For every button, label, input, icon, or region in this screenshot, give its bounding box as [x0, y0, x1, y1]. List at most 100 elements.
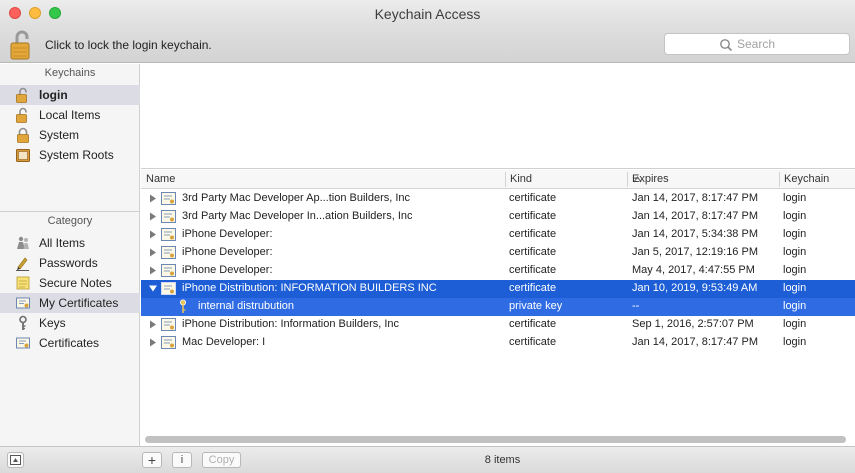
- table-row[interactable]: iPhone Developer: certificate May 4, 201…: [141, 262, 855, 280]
- cell-expires: Jan 14, 2017, 8:17:47 PM: [632, 336, 758, 348]
- search-field[interactable]: [664, 33, 850, 55]
- sidebar-item-local-items[interactable]: Local Items: [0, 105, 140, 125]
- sidebar-item-keys[interactable]: Keys: [0, 313, 140, 333]
- window-title: Keychain Access: [374, 6, 481, 22]
- disclosure-triangle-icon[interactable]: [149, 212, 157, 221]
- sidebar-item-label: All Items: [39, 236, 86, 250]
- cabinet-icon: [16, 149, 30, 162]
- title-bar: Keychain Access: [0, 0, 855, 28]
- table-row-child[interactable]: internal distrubution private key -- log…: [141, 298, 855, 316]
- disclosure-triangle-icon[interactable]: [149, 338, 157, 347]
- certificate-icon: [16, 337, 30, 349]
- cell-name: 3rd Party Mac Developer In...ation Build…: [182, 210, 413, 222]
- certificate-icon: [161, 336, 176, 349]
- search-input[interactable]: [737, 36, 845, 52]
- table-row[interactable]: iPhone Developer: certificate Jan 14, 20…: [141, 226, 855, 244]
- cell-name: 3rd Party Mac Developer Ap...tion Builde…: [182, 192, 411, 204]
- certificate-icon: [161, 210, 176, 223]
- unlocked-lock-icon[interactable]: [9, 29, 35, 61]
- sidebar-divider[interactable]: [0, 211, 140, 212]
- table-row[interactable]: 3rd Party Mac Developer In...ation Build…: [141, 208, 855, 226]
- cell-name: internal distrubution: [198, 300, 295, 312]
- cell-expires: Jan 5, 2017, 12:19:16 PM: [632, 246, 758, 258]
- cell-kind: certificate: [509, 336, 557, 348]
- cell-keychain: login: [783, 246, 807, 258]
- certificate-icon: [161, 264, 176, 277]
- horizontal-scrollbar[interactable]: [145, 436, 846, 443]
- cell-keychain: login: [783, 282, 807, 294]
- disclosure-triangle-icon[interactable]: [149, 230, 157, 239]
- column-header-kind[interactable]: Kind: [505, 170, 627, 189]
- table-row[interactable]: iPhone Developer: certificate Jan 5, 201…: [141, 244, 855, 262]
- cell-expires: Jan 14, 2017, 5:34:38 PM: [632, 228, 758, 240]
- disclosure-triangle-icon[interactable]: [149, 320, 157, 329]
- cell-keychain: login: [783, 318, 807, 330]
- cell-name: iPhone Developer:: [182, 228, 273, 240]
- disclosure-triangle-expanded-icon[interactable]: [149, 284, 157, 293]
- cell-name: iPhone Developer:: [182, 246, 273, 258]
- column-header-expires[interactable]: Expires: [627, 170, 779, 189]
- certificate-icon: [161, 192, 176, 205]
- column-header-name[interactable]: Name: [141, 170, 505, 189]
- cell-kind: private key: [509, 300, 563, 312]
- cell-keychain: login: [783, 228, 807, 240]
- certificate-icon: [161, 228, 176, 241]
- cell-kind: certificate: [509, 282, 557, 294]
- unlocked-lock-icon: [16, 87, 27, 103]
- certificate-icon: [161, 318, 176, 331]
- certificate-list: 3rd Party Mac Developer Ap...tion Builde…: [141, 190, 855, 352]
- certificate-icon: [161, 282, 176, 295]
- column-header-keychain[interactable]: Keychain: [779, 170, 855, 189]
- toolbar: Click to lock the login keychain.: [0, 28, 855, 63]
- lock-message: Click to lock the login keychain.: [45, 38, 212, 52]
- keychain-access-window: Keychain Access Click to lock the login …: [0, 0, 855, 473]
- cell-kind: certificate: [509, 246, 557, 258]
- sidebar-item-system-roots[interactable]: System Roots: [0, 145, 140, 165]
- cell-kind: certificate: [509, 264, 557, 276]
- table-row[interactable]: Mac Developer: I certificate Jan 14, 201…: [141, 334, 855, 352]
- cell-keychain: login: [783, 210, 807, 222]
- cell-expires: Jan 10, 2019, 9:53:49 AM: [632, 282, 758, 294]
- disclosure-triangle-icon[interactable]: [149, 266, 157, 275]
- sidebar-item-label: Keys: [39, 316, 66, 330]
- table-row[interactable]: 3rd Party Mac Developer Ap...tion Builde…: [141, 190, 855, 208]
- people-icon: [17, 236, 29, 249]
- sidebar: Keychains login Local Items System Syste…: [0, 64, 140, 446]
- sidebar-item-my-certificates[interactable]: My Certificates: [0, 293, 140, 313]
- search-icon: [720, 39, 733, 52]
- cell-expires: Sep 1, 2016, 2:57:07 PM: [632, 318, 754, 330]
- sidebar-item-passwords[interactable]: Passwords: [0, 253, 140, 273]
- certificate-icon: [161, 246, 176, 259]
- disclosure-triangle-icon[interactable]: [149, 194, 157, 203]
- pen-icon: [16, 257, 29, 271]
- cell-expires: Jan 14, 2017, 8:17:47 PM: [632, 192, 758, 204]
- cell-kind: certificate: [509, 228, 557, 240]
- sidebar-item-label: Passwords: [39, 256, 98, 270]
- sidebar-item-system[interactable]: System: [0, 125, 140, 145]
- sidebar-item-label: Secure Notes: [39, 276, 112, 290]
- certificate-icon: [16, 297, 30, 309]
- cell-name: iPhone Distribution: Information Builder…: [182, 318, 400, 330]
- cell-expires: Jan 14, 2017, 8:17:47 PM: [632, 210, 758, 222]
- sidebar-item-label: Local Items: [39, 108, 101, 122]
- note-icon: [16, 276, 30, 290]
- table-row-selected[interactable]: iPhone Distribution: INFORMATION BUILDER…: [141, 280, 855, 298]
- sidebar-item-label: System Roots: [39, 148, 114, 162]
- sidebar-item-certificates[interactable]: Certificates: [0, 333, 140, 353]
- item-preview-area: [141, 64, 855, 169]
- key-icon: [19, 315, 27, 330]
- cell-name: iPhone Distribution: INFORMATION BUILDER…: [182, 282, 437, 294]
- cell-kind: certificate: [509, 192, 557, 204]
- key-icon: [180, 299, 186, 313]
- sidebar-item-secure-notes[interactable]: Secure Notes: [0, 273, 140, 293]
- item-count: 8 items: [484, 454, 521, 466]
- disclosure-triangle-icon[interactable]: [149, 248, 157, 257]
- cell-name: Mac Developer: I: [182, 336, 266, 348]
- cell-expires: --: [632, 300, 640, 312]
- cell-keychain: login: [783, 192, 807, 204]
- table-row[interactable]: iPhone Distribution: Information Builder…: [141, 316, 855, 334]
- table-header: Name Kind Expires Keychain: [141, 170, 855, 189]
- sidebar-item-login[interactable]: login: [0, 85, 140, 105]
- cell-keychain: login: [783, 336, 807, 348]
- sidebar-item-all-items[interactable]: All Items: [0, 233, 140, 253]
